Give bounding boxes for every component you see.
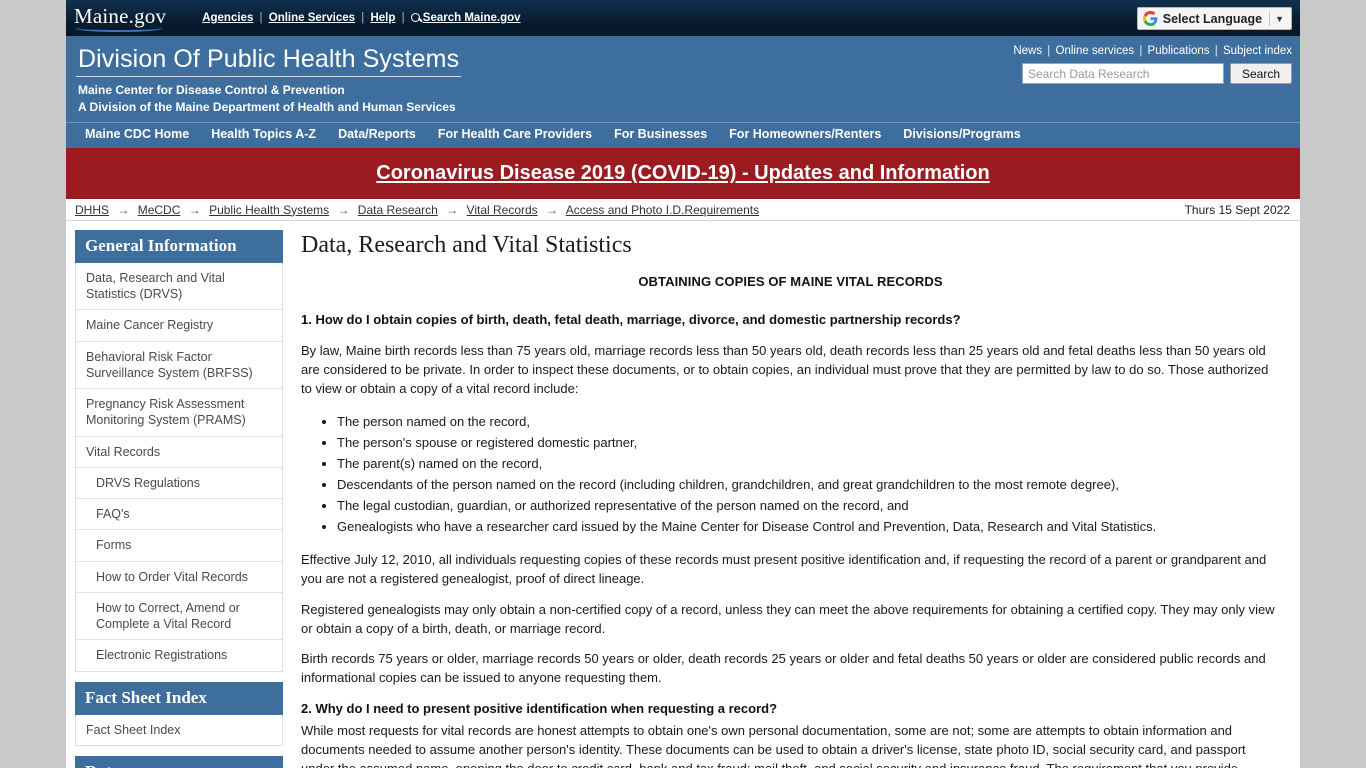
paragraph-4: Birth records 75 years or older, marriag…	[301, 651, 1266, 686]
department-header: Division Of Public Health Systems Maine …	[66, 36, 1300, 123]
primary-navigation-list: Maine CDC Home Health Topics A-Z Data/Re…	[66, 123, 1300, 145]
paragraph-3: Registered genealogists may only obtain …	[301, 601, 1275, 636]
list-item: Genealogists who have a researcher card …	[337, 516, 1280, 537]
breadcrumb-item-dhhs[interactable]: DHHS	[75, 203, 109, 217]
maine-gov-logo[interactable]: Maine.gov	[74, 4, 166, 32]
main-content: Data, Research and Vital Statistics OBTA…	[283, 221, 1300, 768]
maine-gov-links: Agencies | Online Services | Help | Sear…	[202, 12, 520, 24]
breadcrumb-arrow-4: →	[446, 202, 459, 217]
topbar-separator-1: |	[259, 12, 263, 24]
breadcrumb-arrow-2: →	[188, 202, 201, 217]
quicklink-news[interactable]: News	[1013, 45, 1042, 57]
department-subtitle: Maine Center for Disease Control & Preve…	[76, 82, 1290, 116]
sidebar-gap-1	[75, 672, 283, 682]
sidebar: General Information Data, Research and V…	[66, 221, 283, 768]
site-search-form: Search	[1013, 63, 1292, 84]
sidebar-list-general-information: Data, Research and Vital Statistics (DRV…	[75, 262, 283, 672]
nav-item-businesses[interactable]: For Businesses	[603, 127, 718, 141]
header-utility-area: News | Online services | Publications | …	[1013, 45, 1292, 84]
authorized-persons-list: The person named on the record, The pers…	[301, 411, 1280, 537]
sidebar-item-how-to-correct[interactable]: How to Correct, Amend or Complete a Vita…	[76, 593, 282, 641]
department-subtitle-line2: A Division of the Maine Department of He…	[78, 100, 456, 115]
logo-swoosh-icon	[76, 25, 163, 32]
department-subtitle-line1: Maine Center for Disease Control & Preve…	[78, 83, 345, 97]
translate-label: Select Language	[1162, 11, 1263, 26]
nav-item-divisions-programs[interactable]: Divisions/Programs	[892, 127, 1031, 141]
document-subtitle: OBTAINING COPIES OF MAINE VITAL RECORDS	[638, 274, 943, 290]
sidebar-item-faqs[interactable]: FAQ's	[76, 499, 282, 531]
paragraph-2: Effective July 12, 2010, all individuals…	[301, 552, 1267, 586]
sidebar-item-fact-sheet-index[interactable]: Fact Sheet Index	[76, 715, 282, 745]
topbar-link-search-maine[interactable]: Search Maine.gov	[423, 12, 521, 24]
page-columns: General Information Data, Research and V…	[66, 221, 1300, 768]
quicklink-subject-index[interactable]: Subject index	[1223, 45, 1292, 57]
breadcrumb-arrow-1: →	[117, 202, 130, 217]
quicklink-separator-1: |	[1047, 45, 1051, 57]
topbar-link-agencies[interactable]: Agencies	[202, 12, 253, 24]
breadcrumb-arrow-3: →	[337, 202, 350, 217]
search-input[interactable]	[1021, 63, 1224, 84]
question-1-heading: 1. How do I obtain copies of birth, deat…	[301, 312, 961, 328]
sidebar-item-prams[interactable]: Pregnancy Risk Assessment Monitoring Sys…	[76, 389, 282, 437]
nav-item-homeowners-renters[interactable]: For Homeowners/Renters	[718, 127, 892, 141]
list-item: The person named on the record,	[337, 411, 1280, 432]
sidebar-section-data: Data	[75, 755, 283, 768]
covid-alert-link[interactable]: Coronavirus Disease 2019 (COVID-19) - Up…	[376, 162, 990, 185]
sidebar-item-how-to-order[interactable]: How to Order Vital Records	[76, 562, 282, 593]
sidebar-list-fact-sheet-index: Fact Sheet Index	[75, 714, 283, 746]
nav-item-health-topics[interactable]: Health Topics A-Z	[200, 127, 327, 141]
list-item: The parent(s) named on the record,	[337, 453, 1280, 474]
department-title: Division Of Public Health Systems	[76, 45, 462, 77]
site-frame: Maine.gov Agencies | Online Services | H…	[66, 0, 1300, 768]
breadcrumb-arrow-5: →	[546, 202, 559, 217]
sidebar-item-maine-cancer-registry[interactable]: Maine Cancer Registry	[76, 310, 282, 342]
question-2-heading: 2. Why do I need to present positive ide…	[301, 701, 778, 717]
paragraph-5: While most requests for vital records ar…	[301, 723, 1246, 768]
list-item: The person's spouse or registered domest…	[337, 432, 1280, 453]
date-stamp: Thurs 15 Sept 2022	[1184, 202, 1290, 217]
sidebar-item-electronic-registrations[interactable]: Electronic Registrations	[76, 640, 282, 670]
sidebar-section-general-information: General Information	[75, 230, 283, 263]
breadcrumb-item-data-research[interactable]: Data Research	[358, 203, 438, 217]
quicklink-online-services[interactable]: Online services	[1056, 45, 1135, 57]
chevron-down-icon[interactable]: ▼	[1270, 14, 1289, 24]
list-item: The legal custodian, guardian, or author…	[337, 495, 1280, 516]
search-icon	[410, 13, 420, 22]
breadcrumb-bar: DHHS → MeCDC → Public Health Systems → D…	[66, 199, 1300, 222]
google-translate-widget[interactable]: Select Language ▼	[1136, 7, 1292, 30]
breadcrumb-item-vital-records[interactable]: Vital Records	[467, 203, 538, 217]
topbar-link-online-services[interactable]: Online Services	[269, 12, 355, 24]
breadcrumb-item-access-photo-id[interactable]: Access and Photo I.D.Requirements	[566, 203, 759, 217]
paragraph-1: By law, Maine birth records less than 75…	[301, 343, 1269, 396]
sidebar-item-drvs[interactable]: Data, Research and Vital Statistics (DRV…	[76, 263, 282, 311]
topbar-link-help[interactable]: Help	[370, 12, 395, 24]
covid-alert-banner: Coronavirus Disease 2019 (COVID-19) - Up…	[66, 148, 1300, 200]
breadcrumb: DHHS → MeCDC → Public Health Systems → D…	[75, 203, 759, 217]
nav-item-maine-cdc-home[interactable]: Maine CDC Home	[74, 127, 200, 141]
breadcrumb-item-mecdc[interactable]: MeCDC	[138, 203, 181, 217]
topbar-separator-3: |	[401, 12, 405, 24]
sidebar-item-forms[interactable]: Forms	[76, 530, 282, 562]
page-root: Maine.gov Agencies | Online Services | H…	[0, 0, 1366, 768]
sidebar-item-vital-records[interactable]: Vital Records	[76, 437, 282, 468]
nav-item-health-care-providers[interactable]: For Health Care Providers	[427, 127, 603, 141]
sidebar-section-fact-sheet-index: Fact Sheet Index	[75, 681, 283, 715]
topbar-separator-2: |	[361, 12, 365, 24]
quicklink-separator-2: |	[1139, 45, 1143, 57]
breadcrumb-item-public-health-systems[interactable]: Public Health Systems	[209, 203, 329, 217]
sidebar-item-drvs-regulations[interactable]: DRVS Regulations	[76, 468, 282, 500]
quicklink-publications[interactable]: Publications	[1148, 45, 1210, 57]
sidebar-item-brfss[interactable]: Behavioral Risk Factor Surveillance Syst…	[76, 342, 282, 390]
page-title: Data, Research and Vital Statistics	[301, 232, 632, 259]
quicklink-separator-3: |	[1214, 45, 1218, 57]
nav-item-data-reports[interactable]: Data/Reports	[327, 127, 427, 141]
google-g-icon	[1142, 11, 1158, 26]
search-button[interactable]: Search	[1229, 63, 1292, 84]
list-item: Descendants of the person named on the r…	[337, 474, 1280, 495]
sidebar-gap-2	[75, 746, 283, 756]
maine-gov-topbar: Maine.gov Agencies | Online Services | H…	[66, 0, 1300, 36]
header-quicklinks: News | Online services | Publications | …	[1013, 45, 1292, 57]
primary-navigation: Maine CDC Home Health Topics A-Z Data/Re…	[66, 122, 1300, 149]
